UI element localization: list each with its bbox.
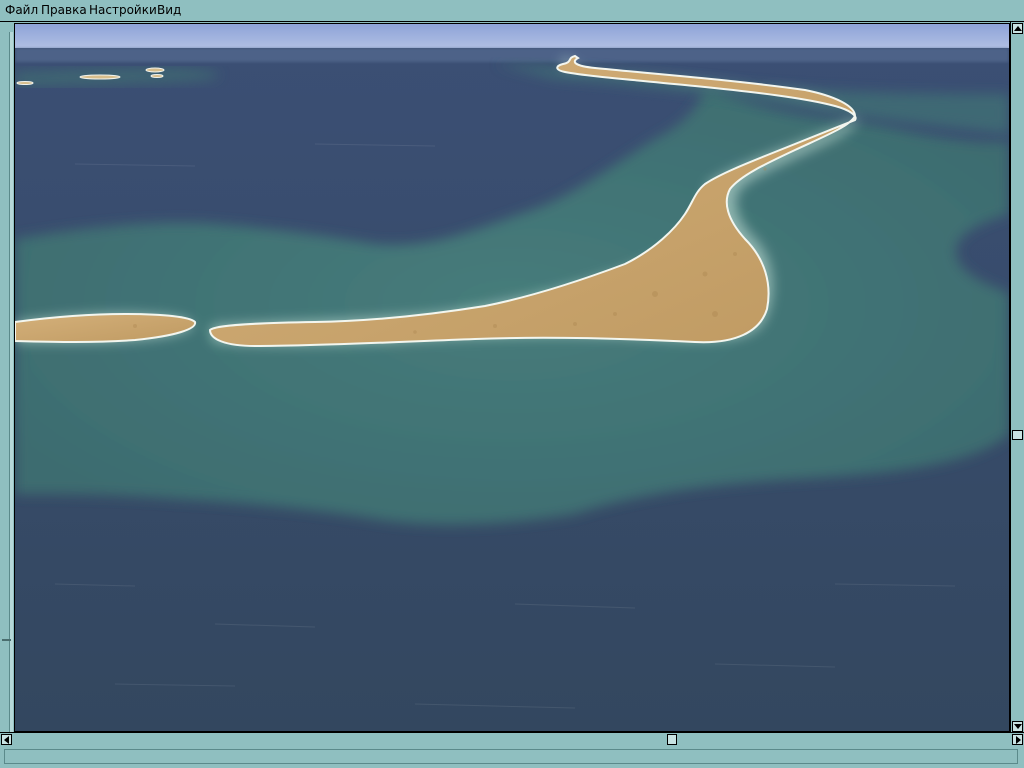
terrain-viewport[interactable] (14, 23, 1010, 732)
status-text (4, 749, 1018, 764)
app-window: Файл Правка Настройки Вид (0, 0, 1024, 768)
scroll-right-icon[interactable] (1012, 734, 1023, 745)
status-bar (0, 746, 1024, 768)
vertical-scrollbar[interactable] (1010, 22, 1024, 733)
scroll-up-icon[interactable] (1012, 23, 1023, 34)
menu-bar: Файл Правка Настройки Вид (0, 0, 1024, 22)
left-ruler (0, 22, 14, 733)
horizontal-scrollbar[interactable] (0, 732, 1024, 746)
horizon-haze (15, 48, 1009, 62)
menu-edit[interactable]: Правка (41, 3, 87, 17)
left-ruler-track (9, 32, 13, 732)
menu-settings[interactable]: Настройки (89, 3, 157, 17)
menu-file[interactable]: Файл (5, 3, 38, 17)
left-ruler-marker[interactable] (2, 639, 11, 641)
vertical-scroll-thumb[interactable] (1012, 430, 1023, 440)
scroll-down-icon[interactable] (1012, 721, 1023, 732)
terrain-render[interactable] (15, 24, 1009, 731)
horizontal-scroll-thumb[interactable] (667, 734, 677, 745)
menu-view[interactable]: Вид (157, 3, 181, 17)
scroll-left-icon[interactable] (1, 734, 12, 745)
